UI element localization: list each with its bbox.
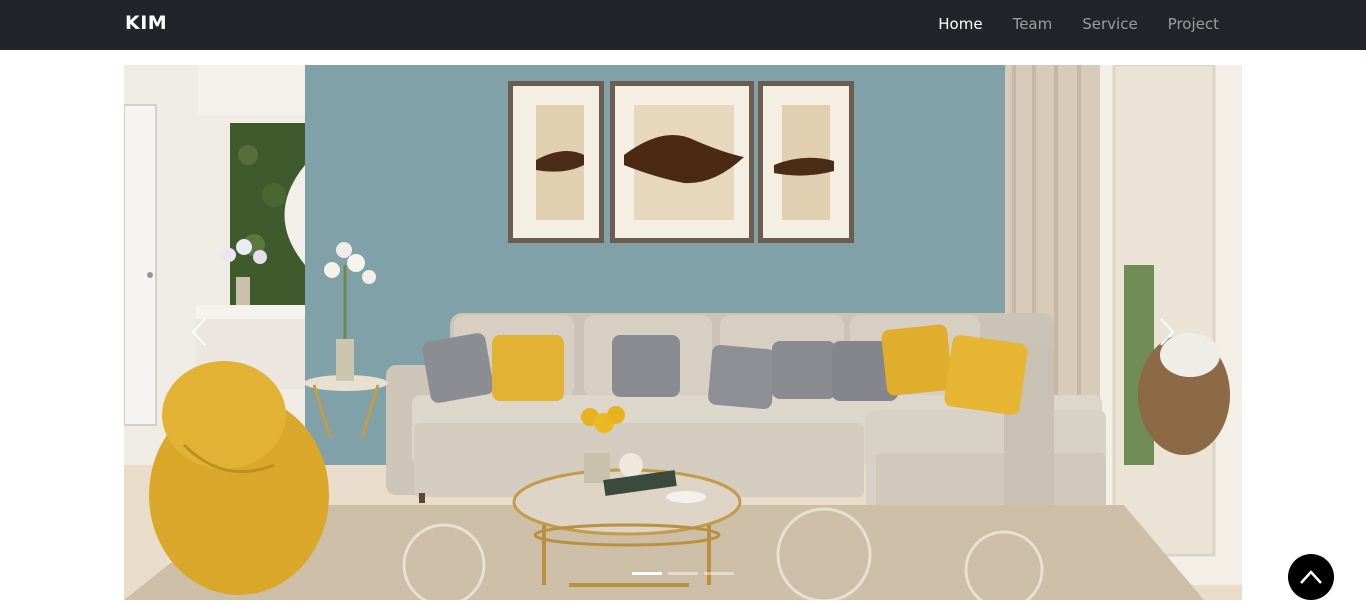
carousel-indicator-1[interactable] — [632, 572, 662, 575]
carousel-prev-button[interactable] — [169, 297, 229, 367]
carousel-indicators — [632, 572, 734, 575]
nav-link-home[interactable]: Home — [923, 14, 997, 34]
chevron-up-icon — [1300, 570, 1322, 584]
brand-logo[interactable]: KIM — [125, 12, 167, 34]
navbar: KIM Home Team Service Project — [0, 0, 1366, 50]
chevron-right-icon — [1160, 318, 1175, 346]
nav-link-team[interactable]: Team — [998, 14, 1068, 34]
nav-links: Home Team Service Project — [923, 14, 1234, 34]
nav-link-service[interactable]: Service — [1067, 14, 1152, 34]
carousel-indicator-2[interactable] — [668, 572, 698, 575]
hero-carousel — [124, 65, 1242, 600]
living-room-slide-image — [124, 65, 1242, 600]
chevron-left-icon — [191, 318, 206, 346]
nav-link-project[interactable]: Project — [1153, 14, 1234, 34]
carousel-indicator-3[interactable] — [704, 572, 734, 575]
carousel-next-button[interactable] — [1137, 297, 1197, 367]
back-to-top-button[interactable] — [1288, 554, 1334, 600]
